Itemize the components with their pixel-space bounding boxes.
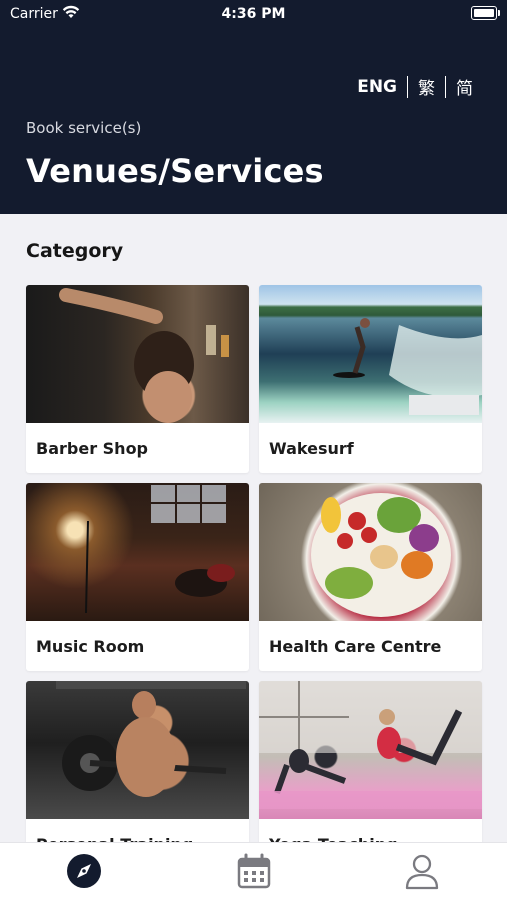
wakesurf-photo-detail [333, 318, 482, 415]
salad-bowl-photo [259, 483, 482, 621]
category-card-barber-shop[interactable]: Barber Shop [26, 285, 249, 473]
battery-icon [471, 6, 500, 20]
tab-explore[interactable] [64, 851, 104, 891]
category-card-yoga-teaching[interactable]: Yoga Teaching [259, 681, 482, 869]
language-switcher: ENG 繁 简 [357, 74, 473, 99]
trainer-photo [26, 681, 249, 819]
category-card-music-room[interactable]: Music Room [26, 483, 249, 671]
lang-divider [407, 75, 408, 98]
bottom-tab-bar [0, 842, 507, 901]
calendar-icon [237, 853, 271, 889]
barber-photo [26, 285, 249, 423]
compass-icon [67, 854, 101, 888]
lang-simplified-chinese-button[interactable]: 简 [456, 74, 473, 99]
category-card-personal-training[interactable]: Personal Training [26, 681, 249, 869]
lang-traditional-chinese-button[interactable]: 繁 [418, 74, 435, 99]
page-subtitle: Book service(s) [26, 119, 142, 137]
yoga-photo [259, 681, 482, 819]
category-card-wakesurf[interactable]: Wakesurf [259, 285, 482, 473]
tab-profile[interactable] [402, 851, 442, 891]
music-room-photo-detail [85, 485, 235, 614]
category-label: Music Room [36, 637, 145, 656]
category-heading: Category [26, 240, 124, 262]
tab-bookings[interactable] [234, 851, 274, 891]
category-label: Wakesurf [269, 439, 354, 458]
lang-eng-button[interactable]: ENG [357, 77, 397, 97]
barber-photo-detail [59, 288, 229, 423]
yoga-photo-detail [259, 681, 482, 809]
status-bar: Carrier 4:36 PM [0, 0, 507, 28]
category-card-health-care-centre[interactable]: Health Care Centre [259, 483, 482, 671]
wakesurf-photo [259, 285, 482, 423]
user-icon [405, 854, 439, 890]
category-label: Health Care Centre [269, 637, 442, 656]
clock: 4:36 PM [221, 6, 286, 22]
header: Carrier 4:36 PM ENG 繁 简 Book service(s) … [0, 0, 507, 214]
lang-divider [445, 75, 446, 98]
salad-bowl-photo-detail [311, 493, 451, 617]
trainer-photo-detail [56, 681, 246, 797]
music-room-photo [26, 483, 249, 621]
page-title: Venues/Services [26, 152, 324, 190]
category-label: Barber Shop [36, 439, 149, 458]
